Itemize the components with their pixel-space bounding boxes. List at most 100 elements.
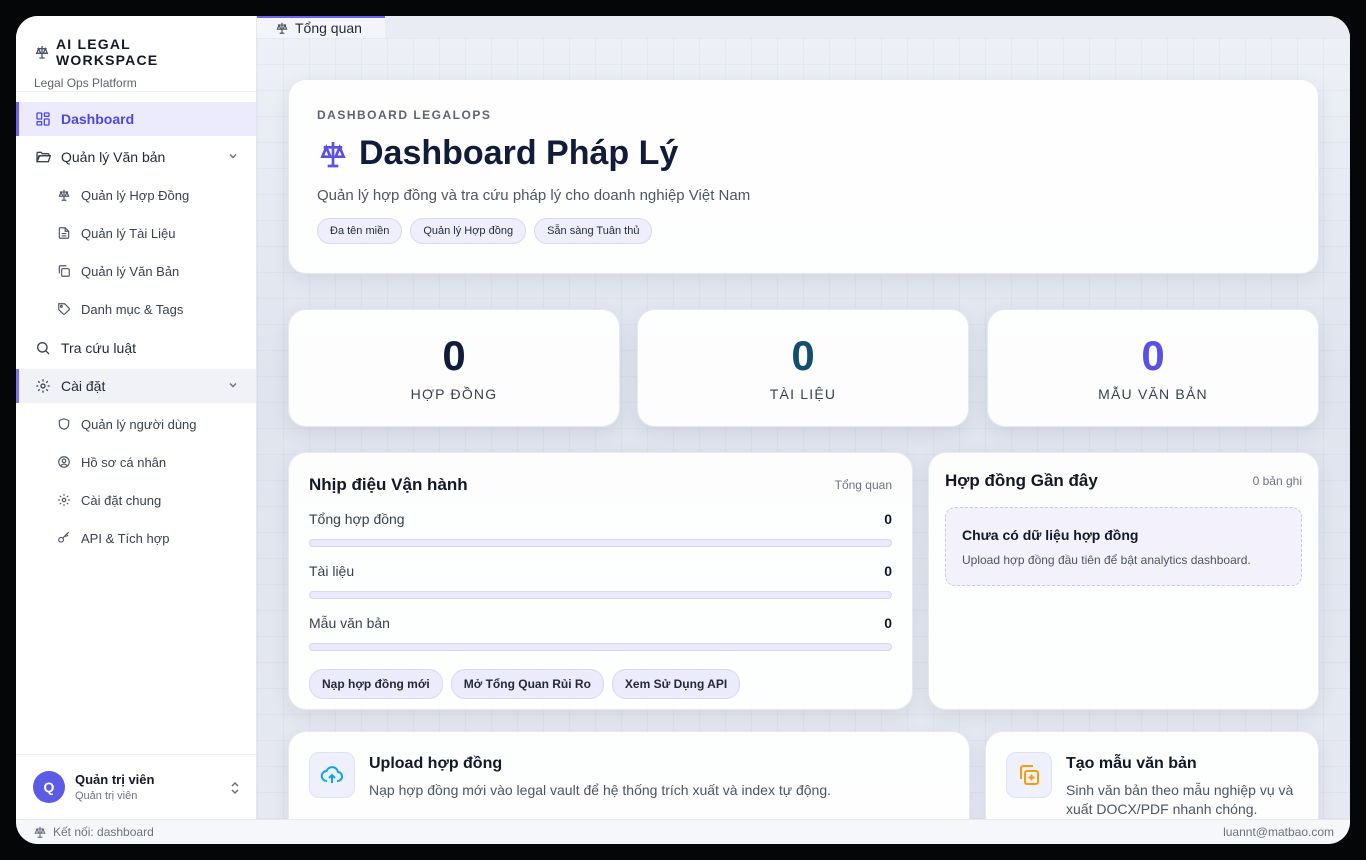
sidebar: AI LEGAL WORKSPACE Legal Ops Platform Da… — [16, 16, 257, 819]
stat-value: 0 — [791, 332, 815, 379]
operations-actions: Nạp hợp đồng mới Mở Tổng Quan Rủi Ro Xem… — [309, 669, 892, 699]
chevrons-up-down-icon[interactable] — [229, 781, 241, 795]
folder-open-icon — [36, 151, 51, 163]
tag-icon — [58, 303, 70, 315]
avatar: Q — [33, 771, 65, 803]
scales-icon — [320, 141, 346, 167]
hero-eyebrow: DASHBOARD LEGALOPS — [317, 108, 492, 122]
stat-label: TÀI LIỆU — [769, 386, 837, 402]
chevron-down-icon[interactable] — [228, 380, 238, 390]
hero-chips: Đa tên miền Quản lý Hợp đồng Sẵn sàng Tu… — [317, 218, 1290, 244]
upload-contract-card[interactable]: Upload hợp đồng Nạp hợp đồng mới vào leg… — [288, 731, 970, 819]
qa-title: Upload hợp đồng — [369, 755, 503, 772]
app-window: AI LEGAL WORKSPACE Legal Ops Platform Da… — [16, 16, 1350, 844]
status-bar: Kết nối: dashboard luannt@matbao.com — [16, 819, 1350, 844]
sidebar-item-dashboard[interactable]: Dashboard — [16, 102, 256, 136]
card-title: Hợp đồng Gần đây — [945, 471, 1098, 490]
sidebar-group-settings[interactable]: Cài đặt — [16, 369, 256, 403]
metric-label: Mẫu văn bản — [309, 615, 390, 631]
sidebar-item-label: Cài đặt — [61, 378, 106, 394]
recent-contracts-card: Hợp đồng Gần đây 0 bản ghi Chưa có dữ li… — [928, 452, 1319, 710]
stat-label: HỢP ĐỒNG — [410, 386, 498, 402]
sidebar-item-law-search[interactable]: Tra cứu luật — [16, 331, 256, 365]
ingest-contract-button[interactable]: Nạp hợp đồng mới — [309, 669, 443, 699]
key-icon — [58, 531, 70, 543]
sidebar-item-label: Hồ sơ cá nhân — [81, 454, 167, 470]
brand-title-text: AI LEGAL WORKSPACE — [56, 36, 159, 68]
brand-subtitle: Legal Ops Platform — [34, 76, 137, 90]
sidebar-item-users[interactable]: Quản lý người dùng — [16, 407, 256, 441]
grid-icon — [36, 112, 50, 126]
risk-overview-button[interactable]: Mở Tổng Quan Rủi Ro — [450, 669, 604, 699]
operations-card: Nhịp điệu Vận hành Tổng quan Tổng hợp đồ… — [288, 452, 913, 710]
card-title: Nhịp điệu Vận hành — [309, 475, 468, 494]
metric-label: Tổng hợp đồng — [309, 511, 405, 527]
stat-value: 0 — [442, 332, 466, 379]
tab-overview[interactable]: Tổng quan — [257, 16, 385, 38]
user-role: Quản trị viên — [75, 790, 138, 802]
brand: AI LEGAL WORKSPACE Legal Ops Platform — [16, 16, 256, 92]
user-circle-icon — [58, 456, 70, 468]
qa-subtitle: Nạp hợp đồng mới vào legal vault để hệ t… — [369, 782, 832, 798]
search-icon — [37, 342, 50, 355]
metric-value: 0 — [884, 511, 892, 527]
metric-value: 0 — [884, 615, 892, 631]
metric-templates: Mẫu văn bản 0 — [309, 615, 892, 651]
create-template-card[interactable]: Tạo mẫu văn bản Sinh văn bản theo mẫu ng… — [985, 731, 1319, 819]
tab-bar: Tổng quan — [257, 16, 1350, 38]
stat-card-templates: 0 MẪU VĂN BẢN — [987, 309, 1319, 427]
sidebar-item-label: Quản lý Văn bản — [61, 149, 166, 165]
metric-label: Tài liệu — [309, 563, 355, 579]
scales-icon — [276, 22, 288, 34]
qa-title: Tạo mẫu văn bản — [1066, 755, 1197, 772]
sidebar-item-profile[interactable]: Hồ sơ cá nhân — [16, 445, 256, 479]
sidebar-item-label: Quản lý Tài Liệu — [81, 225, 176, 241]
sidebar-item-general-settings[interactable]: Cài đặt chung — [16, 483, 256, 517]
progress-bar — [309, 539, 892, 547]
chip: Đa tên miền — [317, 218, 403, 244]
empty-state: Chưa có dữ liệu hợp đồng Upload hợp đồng… — [945, 507, 1302, 586]
chip: Quản lý Hợp đồng — [410, 218, 527, 244]
user-name: Quản trị viên — [75, 772, 155, 787]
card-meta: Tổng quan — [834, 478, 892, 492]
scales-icon — [35, 46, 49, 59]
user-email: luannt@matbao.com — [1223, 825, 1334, 839]
gear-icon — [58, 494, 70, 506]
sidebar-item-tags[interactable]: Danh mục & Tags — [16, 292, 256, 326]
stat-card-documents: 0 TÀI LIỆU — [637, 309, 969, 427]
chip: Sẵn sàng Tuân thủ — [534, 218, 653, 244]
sidebar-item-files[interactable]: Quản lý Tài Liệu — [16, 216, 256, 250]
file-text-icon — [58, 227, 70, 239]
chevron-down-icon[interactable] — [228, 151, 238, 161]
connection-status: Kết nối: dashboard — [53, 825, 154, 839]
copy-icon — [58, 265, 70, 277]
sidebar-group-documents[interactable]: Quản lý Văn bản — [16, 140, 256, 174]
progress-bar — [309, 643, 892, 651]
sidebar-item-label: Dashboard — [61, 111, 135, 127]
empty-title: Chưa có dữ liệu hợp đồng — [962, 527, 1139, 543]
sidebar-item-texts[interactable]: Quản lý Văn Bản — [16, 254, 256, 288]
qa-icon-box — [309, 752, 355, 798]
sidebar-item-label: Tra cứu luật — [61, 340, 136, 356]
sidebar-item-api[interactable]: API & Tích hợp — [16, 521, 256, 555]
api-usage-button[interactable]: Xem Sử Dụng API — [611, 669, 741, 699]
stat-card-contracts: 0 HỢP ĐỒNG — [288, 309, 620, 427]
sidebar-item-label: Quản lý người dùng — [81, 416, 197, 432]
scales-icon — [58, 189, 70, 201]
copy-plus-icon — [1020, 765, 1039, 785]
sidebar-item-contracts[interactable]: Quản lý Hợp Đồng — [16, 178, 256, 212]
progress-bar — [309, 591, 892, 599]
sidebar-item-label: API & Tích hợp — [81, 530, 170, 546]
shield-icon — [58, 418, 70, 430]
record-count: 0 bản ghi — [1252, 474, 1302, 488]
user-menu[interactable]: Q Quản trị viên Quản trị viên — [16, 754, 257, 819]
brand-title: AI LEGAL WORKSPACE — [34, 36, 238, 68]
stat-label: MẪU VĂN BẢN — [1098, 386, 1208, 402]
main-content: Tổng quan DASHBOARD LEGALOPS Dashboard P… — [257, 16, 1350, 819]
upload-cloud-icon — [320, 766, 344, 783]
page-title-text: Dashboard Pháp Lý — [359, 134, 679, 172]
gear-icon — [36, 379, 50, 393]
sidebar-item-label: Danh mục & Tags — [81, 301, 184, 317]
stat-value: 0 — [1141, 332, 1165, 379]
empty-subtitle: Upload hợp đồng đầu tiên để bật analytic… — [962, 553, 1251, 567]
